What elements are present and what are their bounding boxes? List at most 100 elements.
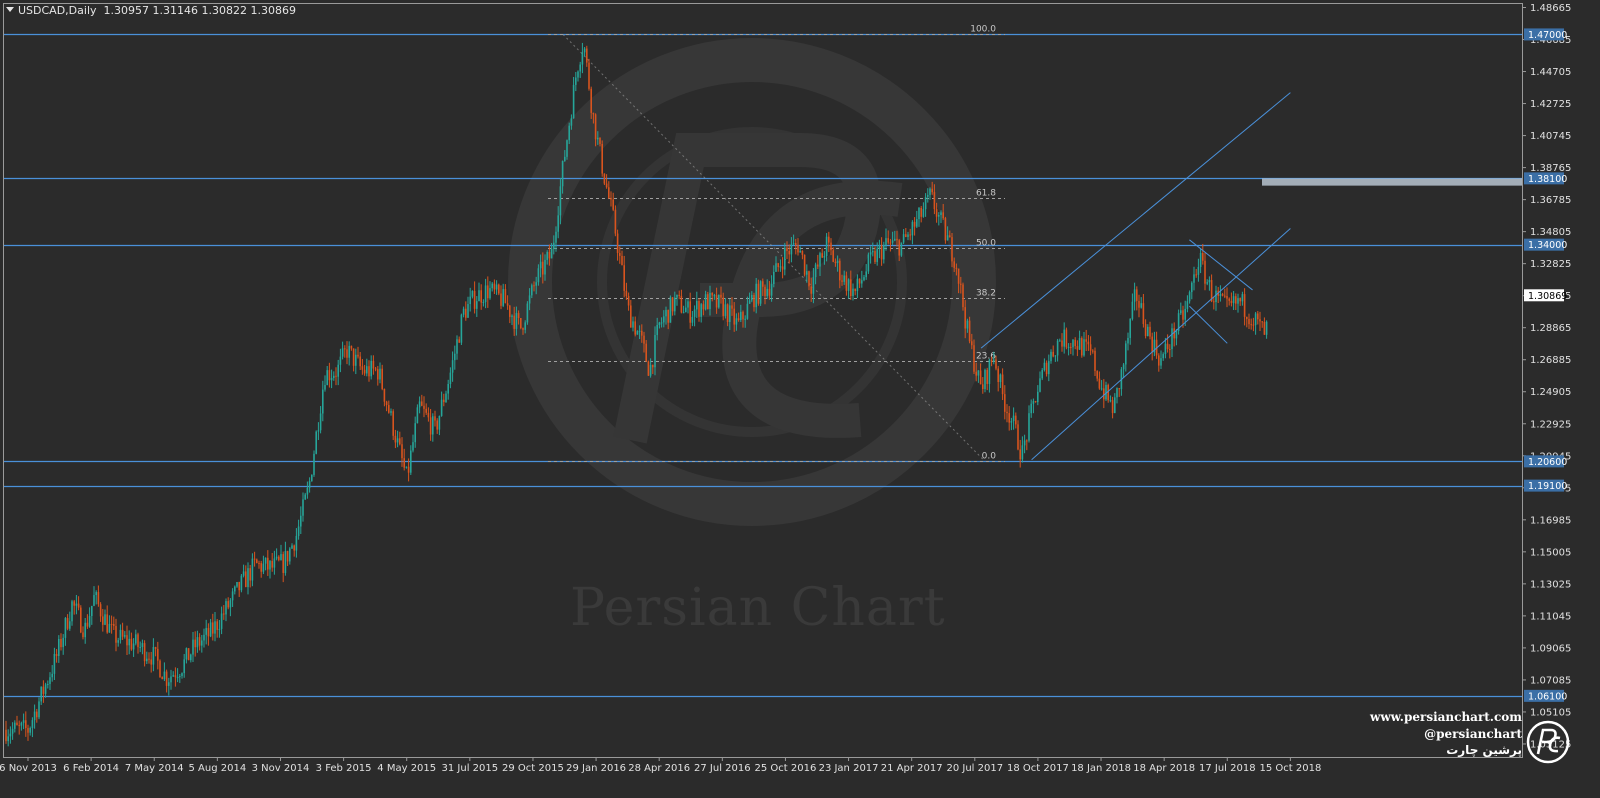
chart-area[interactable]: 100.0 61.8 50.0 38.2 23.6 0.0 1.48665 1.46685 1… xyxy=(0,0,1600,794)
candle-body xyxy=(366,366,368,374)
candle-body xyxy=(810,286,812,294)
candle-body xyxy=(344,348,346,350)
candle-body xyxy=(685,307,687,313)
candle-body xyxy=(355,354,357,366)
candle-body xyxy=(104,614,106,625)
candle-body xyxy=(119,629,122,641)
candle-body xyxy=(1202,253,1204,261)
candle-body xyxy=(449,372,452,385)
y-tick-label: 1.22925 xyxy=(1530,419,1571,430)
candle-body xyxy=(861,280,863,284)
candle-body xyxy=(924,196,927,210)
candle-body xyxy=(916,219,918,227)
candle-body xyxy=(1160,358,1162,366)
candle-body xyxy=(412,442,414,451)
x-tick-label: 7 May 2014 xyxy=(125,763,184,774)
candle-body xyxy=(625,290,628,297)
candle-body xyxy=(357,354,359,357)
candle-body xyxy=(627,296,630,306)
candle-body xyxy=(1081,338,1083,356)
candle-body xyxy=(667,309,669,323)
candle-body xyxy=(1171,328,1173,350)
candle-body xyxy=(940,212,942,215)
candle-body xyxy=(330,377,333,381)
candle-body xyxy=(91,605,93,617)
candle-body xyxy=(293,545,295,551)
candle-body xyxy=(1017,424,1019,450)
candle-body xyxy=(898,240,900,256)
candle-body xyxy=(911,221,914,236)
candle-body xyxy=(526,303,529,323)
dropdown-triangle-icon[interactable] xyxy=(6,7,14,12)
candle-body xyxy=(630,305,632,328)
candle-body xyxy=(473,290,476,309)
candle-body xyxy=(1054,355,1057,357)
candle-body xyxy=(619,252,621,256)
candle-body xyxy=(1004,394,1006,412)
candle-body xyxy=(231,591,234,601)
candle-body xyxy=(830,242,832,251)
candle-body xyxy=(62,637,64,648)
candle-body xyxy=(823,256,826,258)
candle-body xyxy=(1246,316,1248,319)
candle-body xyxy=(350,345,353,349)
candle-body xyxy=(383,388,386,402)
candle-body xyxy=(256,559,258,563)
candle-body xyxy=(509,305,511,317)
candle-body xyxy=(643,335,645,344)
candle-body xyxy=(1237,298,1239,304)
candle-body xyxy=(1235,296,1237,304)
candle-body xyxy=(1252,324,1255,326)
candle-body xyxy=(374,368,377,370)
candle-body xyxy=(1039,378,1041,392)
candle-body xyxy=(262,563,265,572)
chart-header[interactable]: USDCAD,Daily 1.30957 1.31146 1.30822 1.3… xyxy=(6,4,296,17)
candle-body xyxy=(372,360,375,369)
candle-body xyxy=(894,238,896,241)
candle-body xyxy=(25,720,27,729)
candle-body xyxy=(14,722,16,729)
candle-body xyxy=(759,281,762,304)
candle-body xyxy=(1052,351,1054,357)
candle-body xyxy=(1131,301,1134,319)
candle-body xyxy=(306,487,309,495)
x-tick-label: 3 Feb 2015 xyxy=(316,763,372,774)
candle-body xyxy=(346,349,348,358)
candle-body xyxy=(1048,361,1050,375)
candle-body xyxy=(267,557,269,570)
candle-body xyxy=(157,648,159,661)
candle-body xyxy=(1184,308,1186,320)
candle-body xyxy=(1070,346,1072,348)
candle-body xyxy=(1263,321,1266,335)
candle-body xyxy=(385,401,388,406)
candle-body xyxy=(260,563,262,572)
candle-body xyxy=(1050,351,1052,362)
fib-level-label: 0.0 xyxy=(982,452,997,462)
candle-body xyxy=(542,261,544,275)
candle-body xyxy=(575,77,577,85)
candle-body xyxy=(742,311,744,320)
candle-body xyxy=(273,558,276,568)
watermark-text: Persian Chart xyxy=(570,578,946,638)
candle-body xyxy=(590,88,592,113)
candle-body xyxy=(110,623,113,625)
candle-body xyxy=(874,251,876,262)
y-tick-label: 1.24905 xyxy=(1530,387,1571,398)
candle-body xyxy=(421,401,423,406)
candle-body xyxy=(289,548,291,562)
y-tick-label: 1.44705 xyxy=(1530,67,1571,78)
y-tick-label: 1.42725 xyxy=(1530,99,1571,110)
candle-body xyxy=(1127,337,1129,344)
candle-body xyxy=(1034,401,1037,403)
y-tick-label: 1.09065 xyxy=(1530,643,1571,654)
candle-body xyxy=(649,364,652,376)
candle-body xyxy=(634,321,636,335)
candlestick-chart[interactable]: 100.061.850.038.223.60.0 1.486651.466851… xyxy=(0,0,1600,794)
candle-body xyxy=(324,385,326,390)
candle-body xyxy=(1142,303,1145,325)
candle-body xyxy=(821,253,823,258)
x-tick-label: 21 Apr 2017 xyxy=(881,763,943,774)
candle-body xyxy=(18,725,20,727)
candle-body xyxy=(876,248,878,262)
candle-body xyxy=(971,341,973,346)
